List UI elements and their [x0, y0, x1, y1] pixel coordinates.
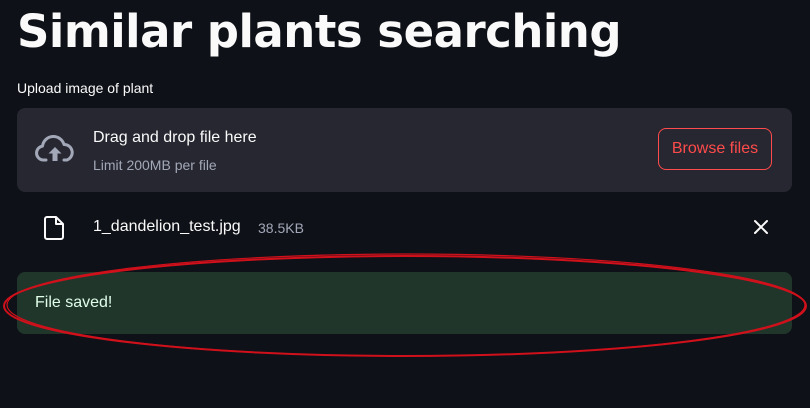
uploaded-file-name: 1_dandelion_test.jpg [93, 218, 241, 235]
close-icon[interactable] [753, 219, 769, 235]
success-message: File saved! [35, 294, 113, 311]
cloud-upload-icon [35, 132, 75, 168]
page-title: Similar plants searching [17, 5, 622, 58]
uploaded-file-size: 38.5KB [258, 220, 304, 236]
file-icon [44, 216, 64, 240]
file-dropzone[interactable]: Drag and drop file here Limit 200MB per … [17, 108, 792, 192]
uploader-label: Upload image of plant [17, 80, 154, 96]
dropzone-instructions: Drag and drop file here [93, 129, 257, 146]
uploaded-file-row: 1_dandelion_test.jpg 38.5KB [17, 207, 792, 247]
app-page: Similar plants searching Upload image of… [0, 0, 810, 408]
file-size-limit: Limit 200MB per file [93, 157, 217, 173]
success-alert: File saved! [17, 272, 792, 334]
browse-files-button[interactable]: Browse files [658, 128, 772, 170]
